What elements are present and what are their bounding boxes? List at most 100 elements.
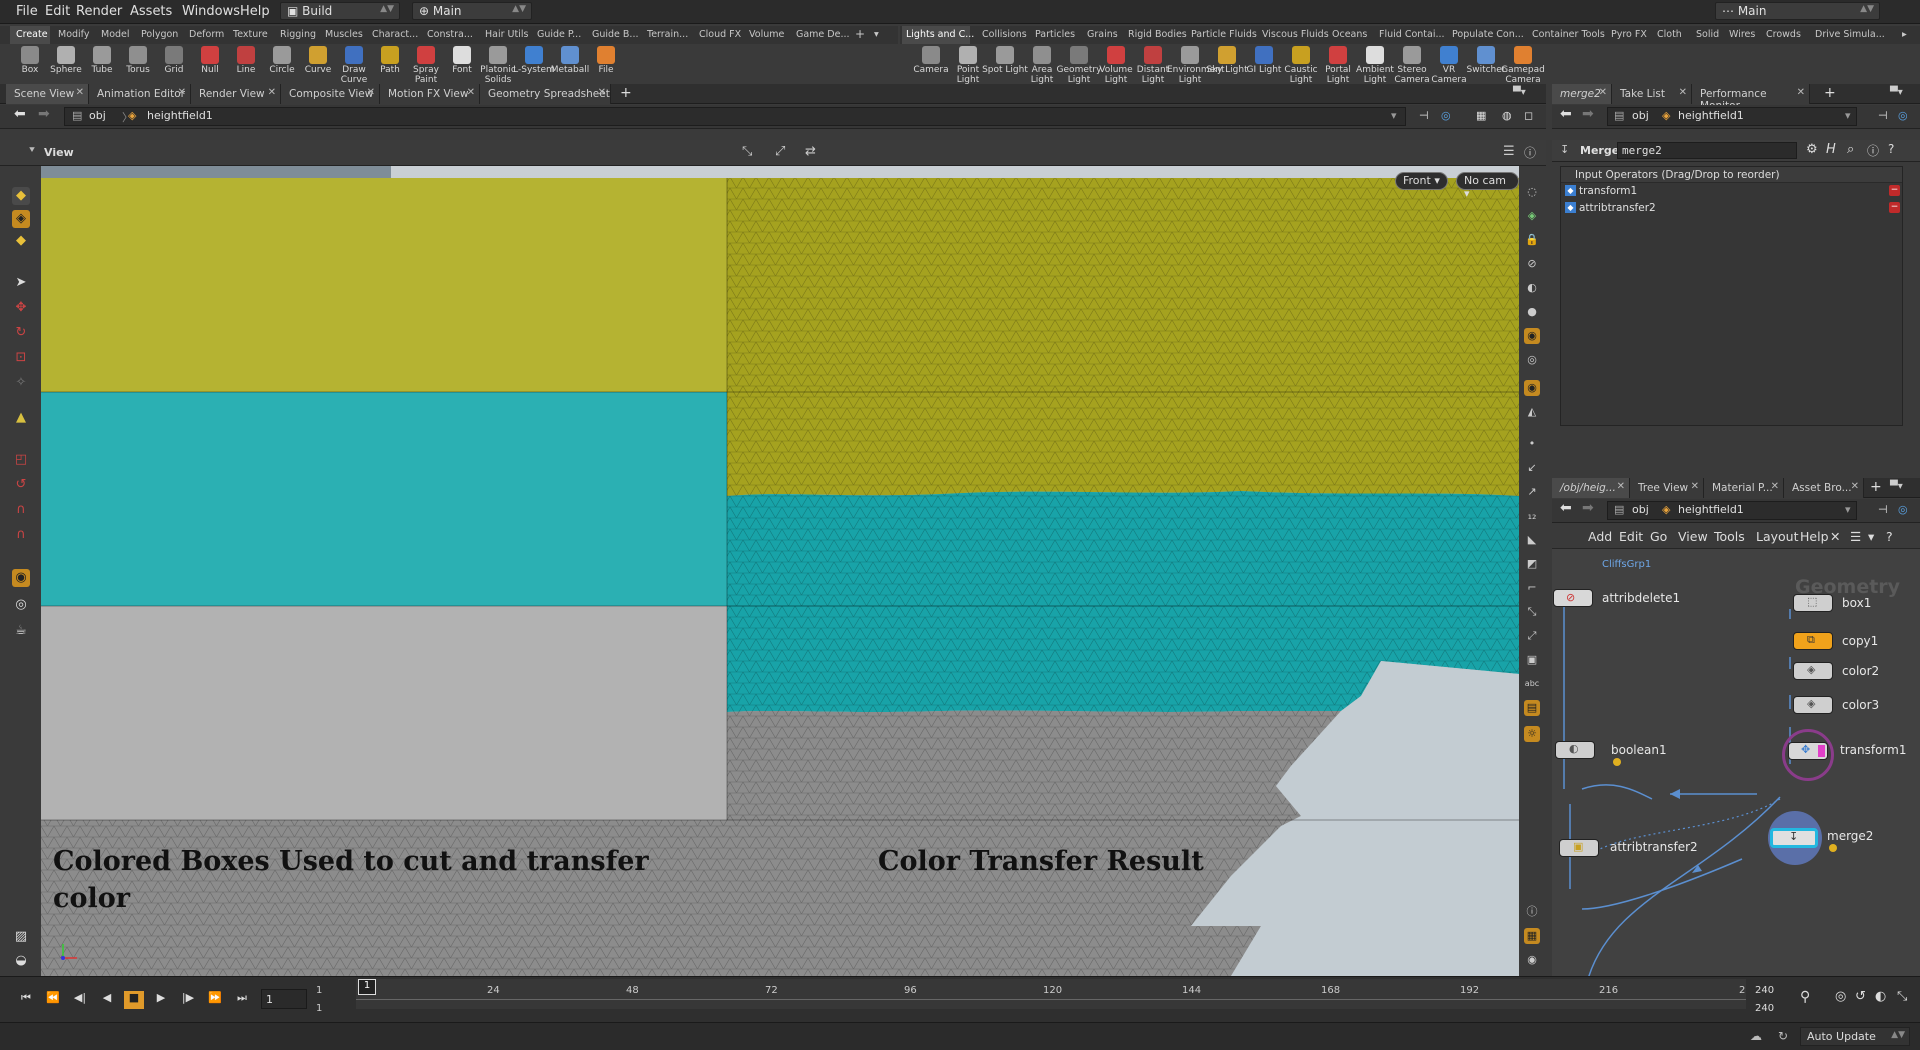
headlight-icon[interactable]: ◉: [1524, 328, 1540, 344]
shelf-tab-modify[interactable]: Modify: [58, 26, 89, 44]
path-root[interactable]: obj: [89, 109, 106, 122]
shelf-tab-pyro-fx[interactable]: Pyro FX: [1611, 26, 1647, 44]
node-color2[interactable]: ◈: [1793, 662, 1833, 680]
shelf-tab-viscous-fluids[interactable]: Viscous Fluids: [1262, 26, 1329, 44]
flipbook-icon[interactable]: ▨: [12, 928, 30, 946]
tab-tree-view[interactable]: Tree View ✕: [1630, 478, 1704, 498]
path-field[interactable]: [64, 107, 1406, 126]
close-icon[interactable]: ✕: [467, 87, 475, 98]
shelf-tab-oceans[interactable]: Oceans: [1332, 26, 1367, 44]
desktop-select[interactable]: ▣ Build ▲▼: [280, 2, 400, 20]
back-arrow-icon[interactable]: ⬅: [1560, 500, 1572, 516]
menu-edit[interactable]: Edit: [45, 4, 70, 19]
close-icon[interactable]: ✕: [598, 87, 606, 98]
link-icon[interactable]: ◎: [1898, 109, 1908, 122]
add-tab-icon[interactable]: +: [855, 24, 865, 42]
shelf-tab-container-tools[interactable]: Container Tools: [1532, 26, 1605, 44]
chevron-down-icon[interactable]: ▸: [1902, 26, 1907, 44]
path-root[interactable]: obj: [1632, 109, 1649, 122]
help-icon[interactable]: ?: [1888, 142, 1894, 156]
shelf-tab-polygon[interactable]: Polygon: [141, 26, 178, 44]
shelf-tab-hair-utils[interactable]: Hair Utils: [485, 26, 528, 44]
close-icon[interactable]: ✕: [1599, 87, 1607, 98]
lightbulb-icon[interactable]: ☼: [1524, 726, 1540, 742]
end-frame[interactable]: 240: [1755, 985, 1774, 996]
pose-tool-icon[interactable]: ✧: [12, 374, 30, 392]
node-copy1[interactable]: ⧉: [1793, 632, 1833, 650]
shelf-tab-deform[interactable]: Deform: [189, 26, 224, 44]
start-frame-2[interactable]: 1: [316, 1003, 322, 1014]
maximize-icon[interactable]: ◻: [1524, 109, 1533, 122]
shelf-tab-game-dev[interactable]: Game De...: [796, 26, 850, 44]
shelf-tab-cloud-fx[interactable]: Cloud FX: [699, 26, 741, 44]
node-transform1[interactable]: ✥: [1788, 742, 1828, 760]
viewport[interactable]: Front ▾ No cam ▾ Colored Boxes Used to c…: [41, 166, 1519, 976]
uv-overlay-icon[interactable]: ◩: [1524, 556, 1540, 572]
node-label[interactable]: transform1: [1840, 743, 1906, 757]
shelf-tab-guide-brushes[interactable]: Guide B...: [592, 26, 639, 44]
add-tab-icon[interactable]: +: [1870, 479, 1882, 495]
display-options-icon[interactable]: ▦: [1476, 109, 1486, 122]
shelf-tab-rigid-bodies[interactable]: Rigid Bodies: [1128, 26, 1187, 44]
snap-magnet-icon[interactable]: ∩: [12, 526, 30, 544]
shelf-tab-volume[interactable]: Volume: [749, 26, 784, 44]
add-tab-icon[interactable]: +: [620, 85, 632, 101]
render-region-icon[interactable]: ◎: [12, 596, 30, 614]
play-icon[interactable]: ▶: [151, 991, 171, 1009]
chevron-down-icon[interactable]: ▾: [1868, 529, 1874, 544]
refresh-icon[interactable]: ↻: [1778, 1029, 1788, 1043]
close-icon[interactable]: ✕: [1797, 87, 1805, 98]
back-arrow-icon[interactable]: ⬅: [1560, 106, 1572, 122]
menu-windows[interactable]: Windows: [182, 4, 240, 19]
node-label[interactable]: boolean1: [1611, 743, 1667, 757]
node-label[interactable]: color2: [1842, 664, 1879, 678]
node-label[interactable]: merge2: [1827, 829, 1873, 843]
menu-go[interactable]: Go: [1650, 529, 1667, 544]
shelf-tab-collisions[interactable]: Collisions: [982, 26, 1027, 44]
tab-render-view[interactable]: Render View ✕: [191, 84, 281, 104]
shelf-tab-populate-containers[interactable]: Populate Con...: [1452, 26, 1524, 44]
tab-asset-browser[interactable]: Asset Bro... ✕: [1784, 478, 1864, 498]
shelf-tab-drive-simulation[interactable]: Drive Simula...: [1815, 26, 1885, 44]
uv-display-icon[interactable]: ◣: [1524, 532, 1540, 548]
tab-network-path[interactable]: /obj/heig... ✕: [1552, 478, 1630, 498]
search-icon[interactable]: ⌕: [1847, 142, 1854, 157]
list-item[interactable]: ◆ attribtransfer2 −: [1561, 202, 1902, 216]
reference-plane-icon[interactable]: ▤: [1524, 700, 1540, 716]
step-back-key-icon[interactable]: ⏪: [43, 991, 63, 1009]
path-node[interactable]: heightfield1: [147, 109, 213, 122]
cloud-icon[interactable]: ☁: [1750, 1029, 1762, 1043]
point-display-icon[interactable]: •: [1524, 436, 1540, 452]
close-icon[interactable]: ✕: [1691, 481, 1699, 492]
tab-performance-monitor[interactable]: Performance Monitor✕: [1692, 84, 1810, 112]
node-name-field[interactable]: merge2: [1617, 142, 1797, 159]
node-attribtransfer2[interactable]: ▣: [1559, 839, 1599, 857]
add-tab-icon[interactable]: +: [1824, 85, 1836, 101]
shelf-tab-character[interactable]: Charact...: [372, 26, 418, 44]
node-attribdelete1[interactable]: ⊘: [1553, 589, 1593, 607]
shelf-tab-create[interactable]: Create: [10, 26, 50, 44]
eye-icon[interactable]: ◉: [1524, 952, 1540, 968]
menu-add[interactable]: Add: [1588, 529, 1612, 544]
orbit-icon[interactable]: ↺: [12, 476, 30, 494]
rotate-icon[interactable]: ↻: [12, 324, 30, 342]
play-reverse-icon[interactable]: ◀: [97, 991, 117, 1009]
chevron-down-icon[interactable]: ▾: [1845, 109, 1851, 122]
path-node[interactable]: heightfield1: [1678, 503, 1744, 516]
node-label[interactable]: color3: [1842, 698, 1879, 712]
move-icon[interactable]: ✥: [12, 299, 30, 317]
close-icon[interactable]: ✕: [1771, 481, 1779, 492]
end-frame-2[interactable]: 240: [1755, 1003, 1774, 1014]
menu-render[interactable]: Render: [76, 4, 122, 19]
help-h-icon[interactable]: H: [1826, 142, 1836, 157]
menu-tools[interactable]: Tools: [1714, 529, 1745, 544]
shelf-tab-muscles[interactable]: Muscles: [325, 26, 363, 44]
menu-help[interactable]: Help: [240, 4, 270, 19]
node-merge2[interactable]: ↧: [1770, 828, 1818, 848]
right-context-select[interactable]: ⋯ Main ▲▼: [1715, 2, 1880, 20]
forward-arrow-icon[interactable]: ➡: [1582, 500, 1594, 516]
ghost-icon[interactable]: ◉: [1524, 380, 1540, 396]
vertex-normal-icon[interactable]: ↗: [1524, 484, 1540, 500]
step-forward-icon[interactable]: |▶: [178, 991, 198, 1009]
transform-handle-icon[interactable]: ⤡: [742, 144, 752, 159]
